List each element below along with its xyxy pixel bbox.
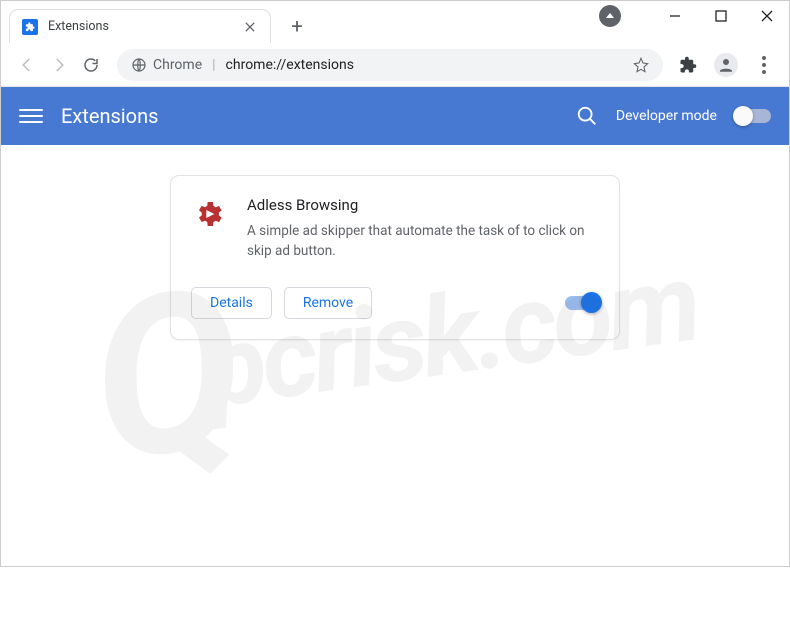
omnibox-url: chrome://extensions (226, 57, 354, 73)
window-maximize-button[interactable] (707, 2, 735, 30)
window-minimize-button[interactable] (661, 2, 689, 30)
reload-button[interactable] (75, 49, 107, 81)
avatar-icon (714, 53, 738, 77)
developer-mode-toggle[interactable] (735, 109, 771, 123)
window-close-button[interactable] (753, 2, 781, 30)
close-tab-button[interactable] (242, 19, 258, 35)
details-button[interactable]: Details (191, 287, 272, 319)
omnibox-separator: | (212, 57, 215, 73)
extension-gear-icon (191, 196, 227, 232)
new-tab-button[interactable]: + (283, 12, 311, 40)
forward-button[interactable] (43, 49, 75, 81)
browser-tab[interactable]: Extensions (9, 9, 271, 43)
extensions-button[interactable] (673, 50, 703, 80)
chrome-menu-button[interactable] (749, 50, 779, 80)
extensions-content: Adless Browsing A simple ad skipper that… (1, 145, 789, 566)
extension-name: Adless Browsing (247, 196, 599, 214)
extensions-page-header: Extensions Developer mode (1, 87, 789, 145)
extension-enable-toggle[interactable] (565, 296, 599, 310)
page-title: Extensions (61, 104, 158, 128)
bookmark-star-icon[interactable] (633, 57, 649, 73)
puzzle-icon (22, 19, 38, 35)
extension-description: A simple ad skipper that automate the ta… (247, 222, 599, 261)
dots-vertical-icon (762, 56, 766, 74)
extension-card: Adless Browsing A simple ad skipper that… (170, 175, 620, 340)
profile-button[interactable] (711, 50, 741, 80)
developer-mode-label: Developer mode (616, 108, 717, 124)
tab-title: Extensions (48, 19, 232, 34)
incognito-badge-icon (599, 5, 621, 27)
back-button[interactable] (11, 49, 43, 81)
browser-toolbar: Chrome | chrome://extensions (1, 43, 789, 87)
remove-button[interactable]: Remove (284, 287, 372, 319)
menu-button[interactable] (19, 109, 43, 123)
site-info-icon (131, 57, 147, 73)
address-bar[interactable]: Chrome | chrome://extensions (117, 49, 663, 81)
omnibox-prefix: Chrome (153, 57, 202, 73)
search-icon[interactable] (576, 105, 598, 127)
